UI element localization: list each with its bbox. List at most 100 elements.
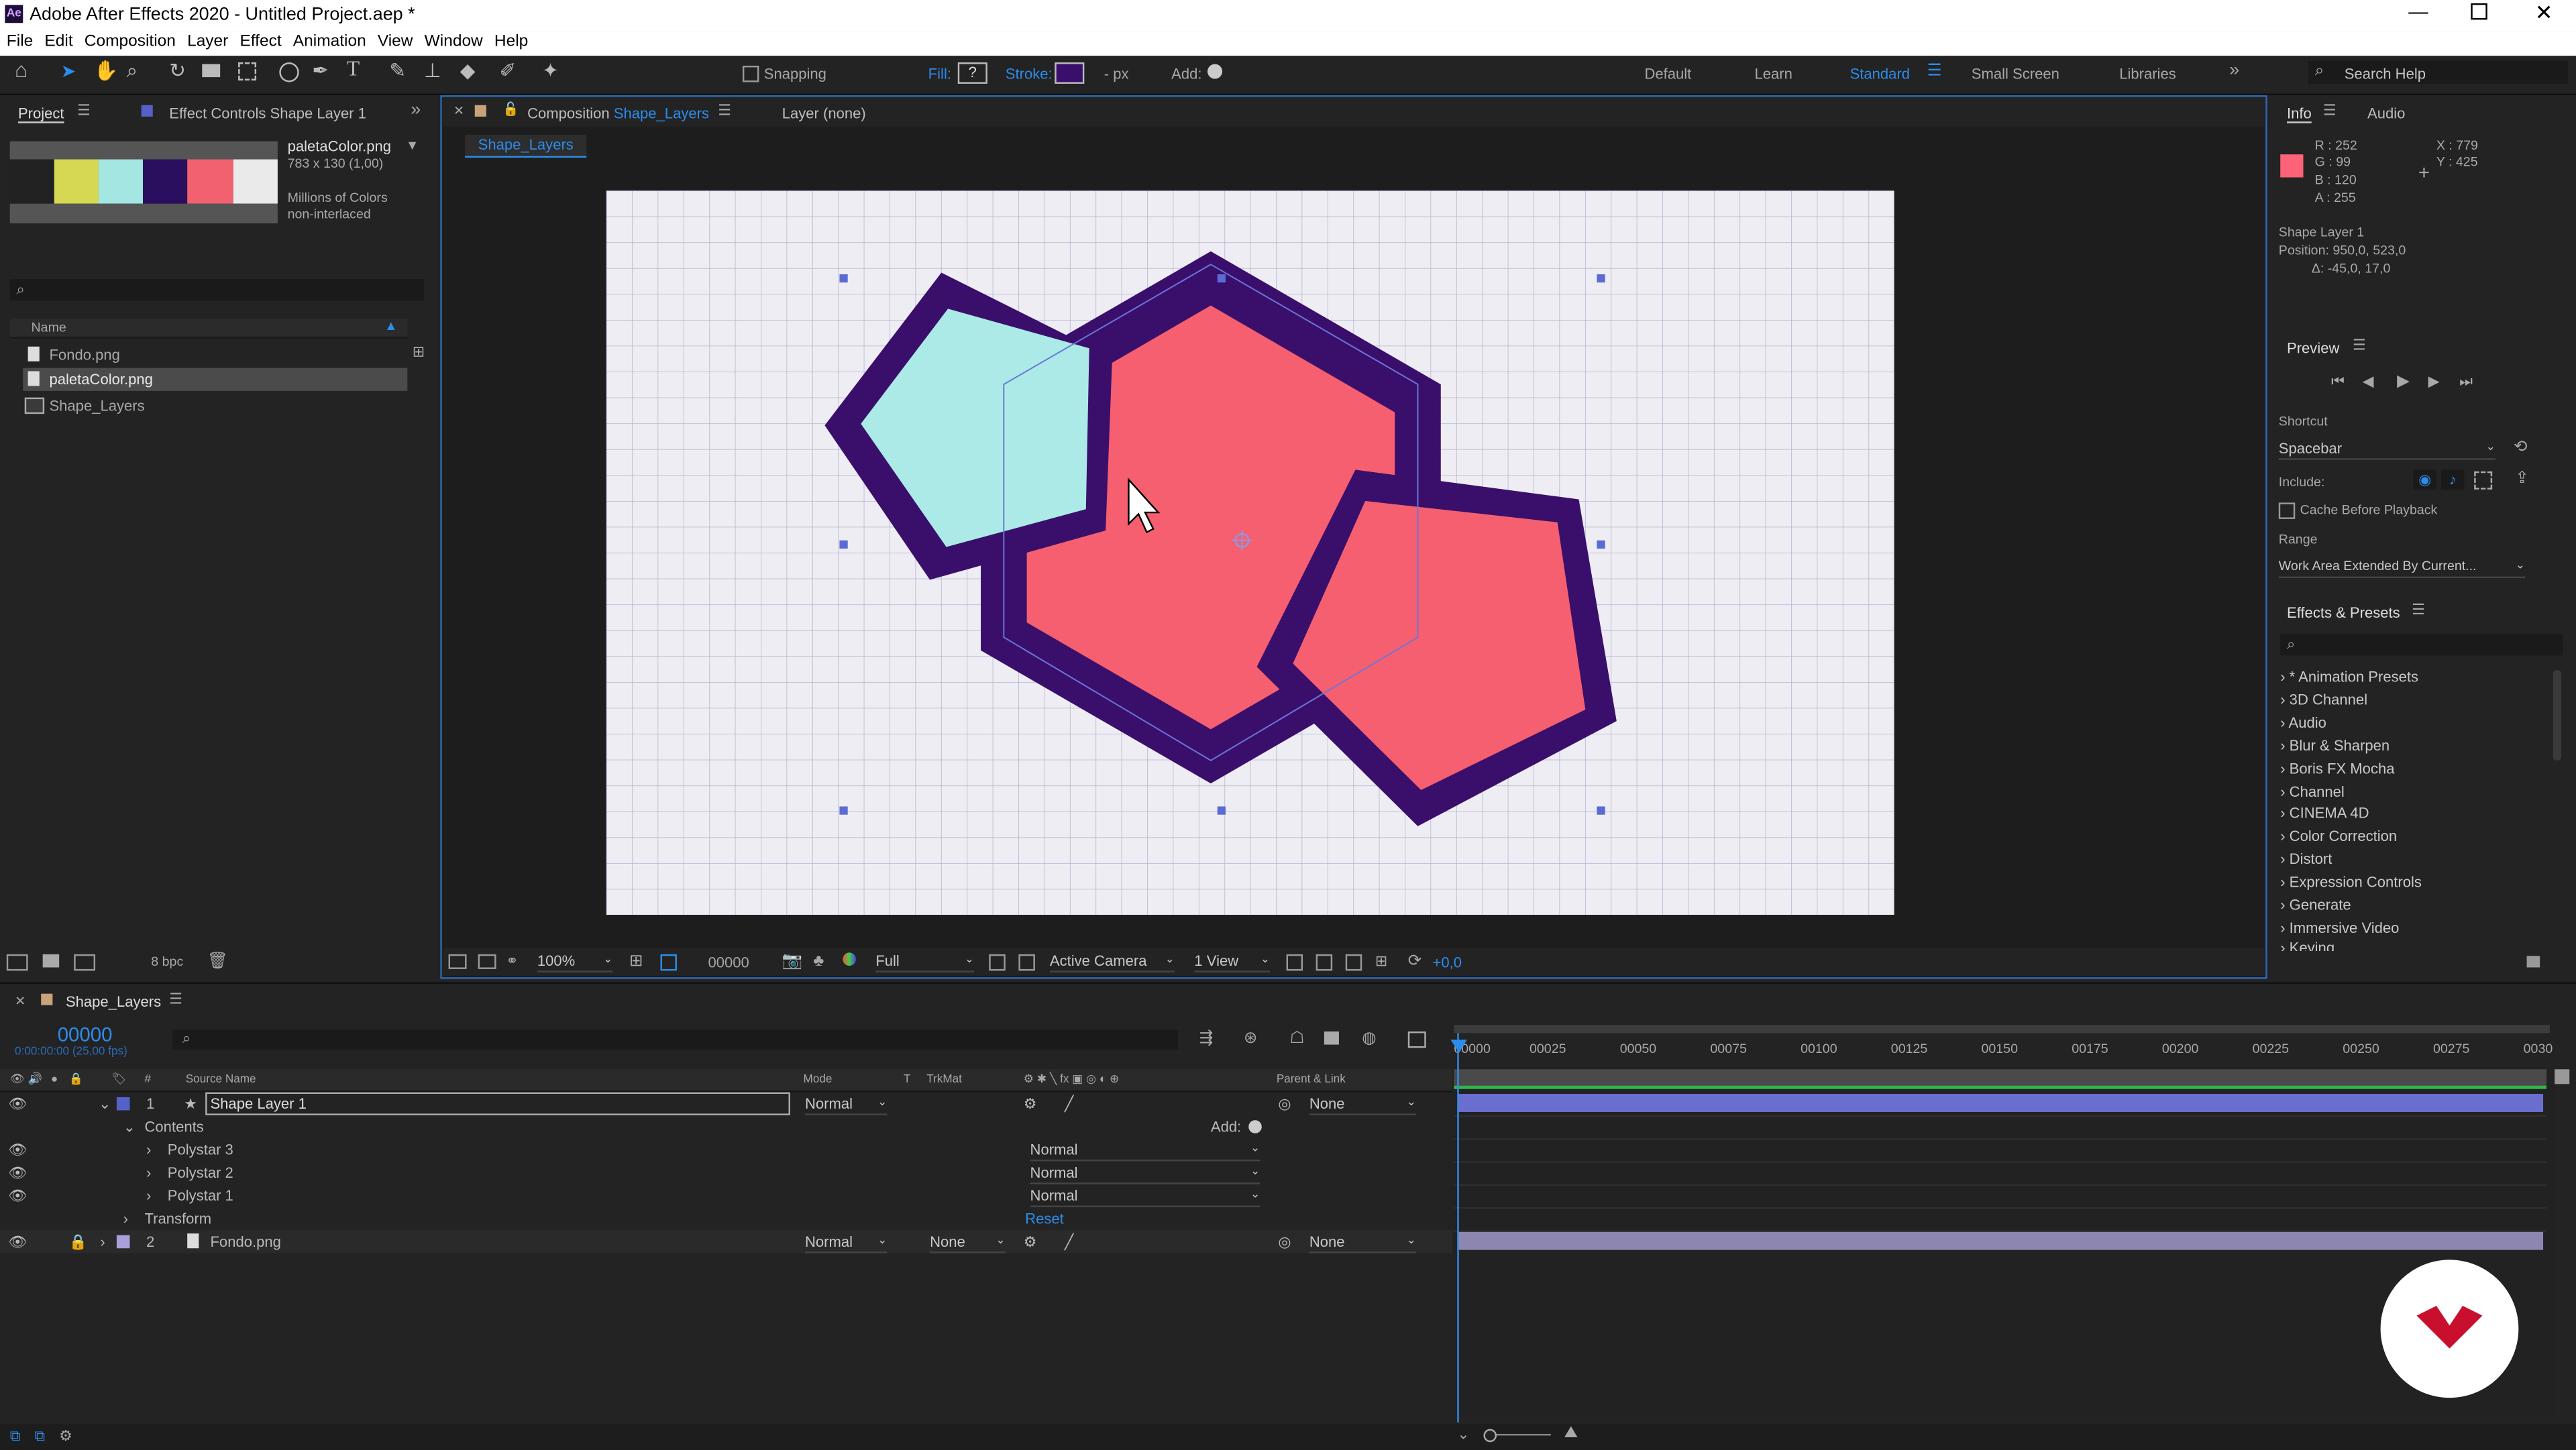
- timeline-icon[interactable]: [1345, 954, 1362, 971]
- timeline-search-input[interactable]: ⌕: [172, 1029, 1178, 1050]
- new-composition-icon[interactable]: [74, 954, 96, 971]
- eye-icon[interactable]: 👁: [8, 1093, 27, 1115]
- current-time-indicator[interactable]: [1457, 1033, 1459, 1423]
- preview-menu-icon[interactable]: ☰: [2353, 337, 2366, 355]
- zoom-tool-icon[interactable]: ⌕: [127, 61, 138, 80]
- audio-icon[interactable]: 🔊: [28, 1069, 42, 1091]
- toggle-duration-icon[interactable]: ⚙: [59, 1427, 72, 1445]
- shy-layers-icon[interactable]: ☖: [1289, 1030, 1304, 1048]
- menu-composition[interactable]: Composition: [85, 33, 176, 51]
- timeline-timecode[interactable]: 00000: [58, 1023, 113, 1046]
- transform-row[interactable]: › Transform Reset: [0, 1207, 1452, 1230]
- mask-toggle-icon[interactable]: [660, 954, 677, 971]
- include-overlays-icon[interactable]: [2474, 471, 2493, 490]
- clone-stamp-tool-icon[interactable]: ⊥: [424, 61, 441, 80]
- effects-item[interactable]: › Blur & Sharpen: [2280, 734, 2390, 757]
- fast-preview-icon[interactable]: [1316, 954, 1333, 971]
- workspace-overflow-icon[interactable]: »: [2229, 61, 2239, 80]
- effects-item[interactable]: › Expression Controls: [2280, 871, 2422, 893]
- project-item-shape-layers[interactable]: Shape_Layers: [23, 394, 407, 417]
- project-item-paletacolor[interactable]: paletaColor.png: [23, 368, 408, 391]
- composition-mini-flowchart-icon[interactable]: ⇶: [1199, 1030, 1214, 1048]
- comp-canvas[interactable]: [606, 190, 1894, 915]
- panel-overflow-icon[interactable]: »: [411, 100, 421, 119]
- pan-behind-tool-icon[interactable]: [238, 62, 257, 81]
- collapse-transform-switch[interactable]: ⚙: [1024, 1230, 1037, 1253]
- snapping-checkbox[interactable]: [742, 65, 759, 82]
- menu-window[interactable]: Window: [425, 33, 483, 51]
- layer2-duration-bar[interactable]: [1457, 1231, 2544, 1250]
- thumb-dropdown-icon[interactable]: ▼: [406, 138, 419, 153]
- camera-tool-icon[interactable]: [202, 64, 221, 78]
- timecode-field[interactable]: 00000: [708, 954, 749, 970]
- cache-checkbox[interactable]: [2278, 502, 2296, 519]
- project-search-input[interactable]: ⌕: [9, 279, 424, 301]
- vr-icon[interactable]: ⚭: [506, 952, 518, 970]
- stroke-width[interactable]: - px: [1104, 66, 1129, 82]
- tab-info[interactable]: Info: [2287, 105, 2312, 123]
- close-tab-icon[interactable]: ✕: [15, 994, 25, 1009]
- effects-item[interactable]: › Distort: [2280, 848, 2332, 871]
- add-icon[interactable]: [1208, 64, 1223, 79]
- column-name-header[interactable]: Name ▲: [9, 319, 408, 339]
- zoom-slider-thumb[interactable]: [1483, 1429, 1497, 1443]
- work-area-bar[interactable]: [1454, 1025, 2550, 1034]
- close-tab-icon[interactable]: ✕: [453, 103, 464, 118]
- bpc-label[interactable]: 8 bpc: [151, 954, 183, 969]
- info-menu-icon[interactable]: ☰: [2323, 102, 2337, 120]
- flowchart-icon[interactable]: ⊞: [1375, 952, 1387, 970]
- first-frame-icon[interactable]: ⏮: [2331, 373, 2345, 391]
- workspace-libraries[interactable]: Libraries: [2119, 66, 2176, 82]
- tab-project[interactable]: Project: [17, 105, 64, 123]
- toggle-switches-icon[interactable]: ⧉: [10, 1427, 21, 1445]
- effects-item[interactable]: › Channel: [2280, 780, 2345, 803]
- channel-icon[interactable]: [843, 952, 856, 966]
- eye-icon[interactable]: 👁: [10, 1069, 25, 1091]
- new-bin-icon[interactable]: [2526, 956, 2540, 968]
- menu-effect[interactable]: Effect: [239, 33, 281, 51]
- brush-tool-icon[interactable]: ✎: [389, 61, 406, 80]
- effects-scrollbar[interactable]: [2553, 670, 2561, 761]
- workspace-small-screen[interactable]: Small Screen: [1972, 66, 2059, 82]
- flowchart-icon[interactable]: ⊞: [413, 343, 425, 361]
- home-icon[interactable]: ⌂: [15, 59, 28, 80]
- project-item-fondo[interactable]: Fondo.png: [23, 343, 407, 366]
- camera-dropdown[interactable]: Active Camera ⌄: [1049, 951, 1175, 972]
- include-export-icon[interactable]: ⇪: [2515, 469, 2529, 488]
- menu-view[interactable]: View: [378, 33, 413, 51]
- effects-search-input[interactable]: ⌕: [2280, 634, 2563, 656]
- effects-item[interactable]: › Boris FX Mocha: [2280, 757, 2394, 780]
- workspace-menu-icon[interactable]: ☰: [1927, 62, 1942, 80]
- snapshot-icon[interactable]: 📷: [782, 952, 802, 970]
- polystar1-mode-dropdown[interactable]: Normal ⌄: [1030, 1186, 1260, 1208]
- composition-viewer[interactable]: [606, 190, 1894, 915]
- eye-icon[interactable]: 👁: [8, 1161, 27, 1184]
- draft-3d-icon[interactable]: ⊛: [1244, 1030, 1258, 1048]
- expand-chevron-icon[interactable]: ›: [123, 1207, 128, 1230]
- interpret-footage-icon[interactable]: [6, 954, 28, 971]
- layer-row-shape-layer-1[interactable]: 👁 ⌄ 1 ★ Shape Layer 1 Normal ⌄ ⚙ ╱ ◎ Non…: [0, 1092, 1452, 1115]
- layer1-parent-dropdown[interactable]: None ⌄: [1309, 1094, 1417, 1115]
- toggle-modes-icon[interactable]: ⧉: [34, 1427, 45, 1445]
- quality-switch[interactable]: ╱: [1065, 1230, 1073, 1253]
- shortcut-dropdown[interactable]: Spacebar ⌄: [2278, 439, 2496, 460]
- minimize-icon[interactable]: —: [2408, 0, 2428, 23]
- zoom-out-icon[interactable]: ⌄: [1457, 1426, 1469, 1444]
- polystar-row[interactable]: 👁 › Polystar 2 Normal ⌄: [0, 1161, 1452, 1184]
- eye-icon[interactable]: 👁: [8, 1138, 27, 1161]
- new-folder-icon[interactable]: [42, 954, 60, 968]
- include-audio-icon[interactable]: ♪: [2441, 469, 2465, 490]
- roto-brush-tool-icon[interactable]: ✐: [499, 61, 516, 80]
- zoom-in-icon[interactable]: ⛰: [1564, 1424, 1578, 1442]
- lock-icon[interactable]: 🔓: [502, 102, 519, 117]
- play-icon[interactable]: ▶: [2397, 373, 2410, 391]
- playhead-icon[interactable]: [1450, 1040, 1467, 1053]
- polystar-row[interactable]: 👁 › Polystar 3 Normal ⌄: [0, 1138, 1452, 1162]
- polystar2-mode-dropdown[interactable]: Normal ⌄: [1030, 1163, 1260, 1184]
- layer1-duration-bar[interactable]: [1457, 1094, 2544, 1112]
- time-ruler[interactable]: 00000 00025 00050 00075 00100 00125 0015…: [1454, 1025, 2555, 1068]
- effects-item[interactable]: › Audio: [2280, 711, 2326, 734]
- eye-icon[interactable]: 👁: [8, 1184, 27, 1207]
- collapse-transform-switch[interactable]: ⚙: [1024, 1093, 1037, 1115]
- sort-ascending-icon[interactable]: ▲: [384, 319, 397, 333]
